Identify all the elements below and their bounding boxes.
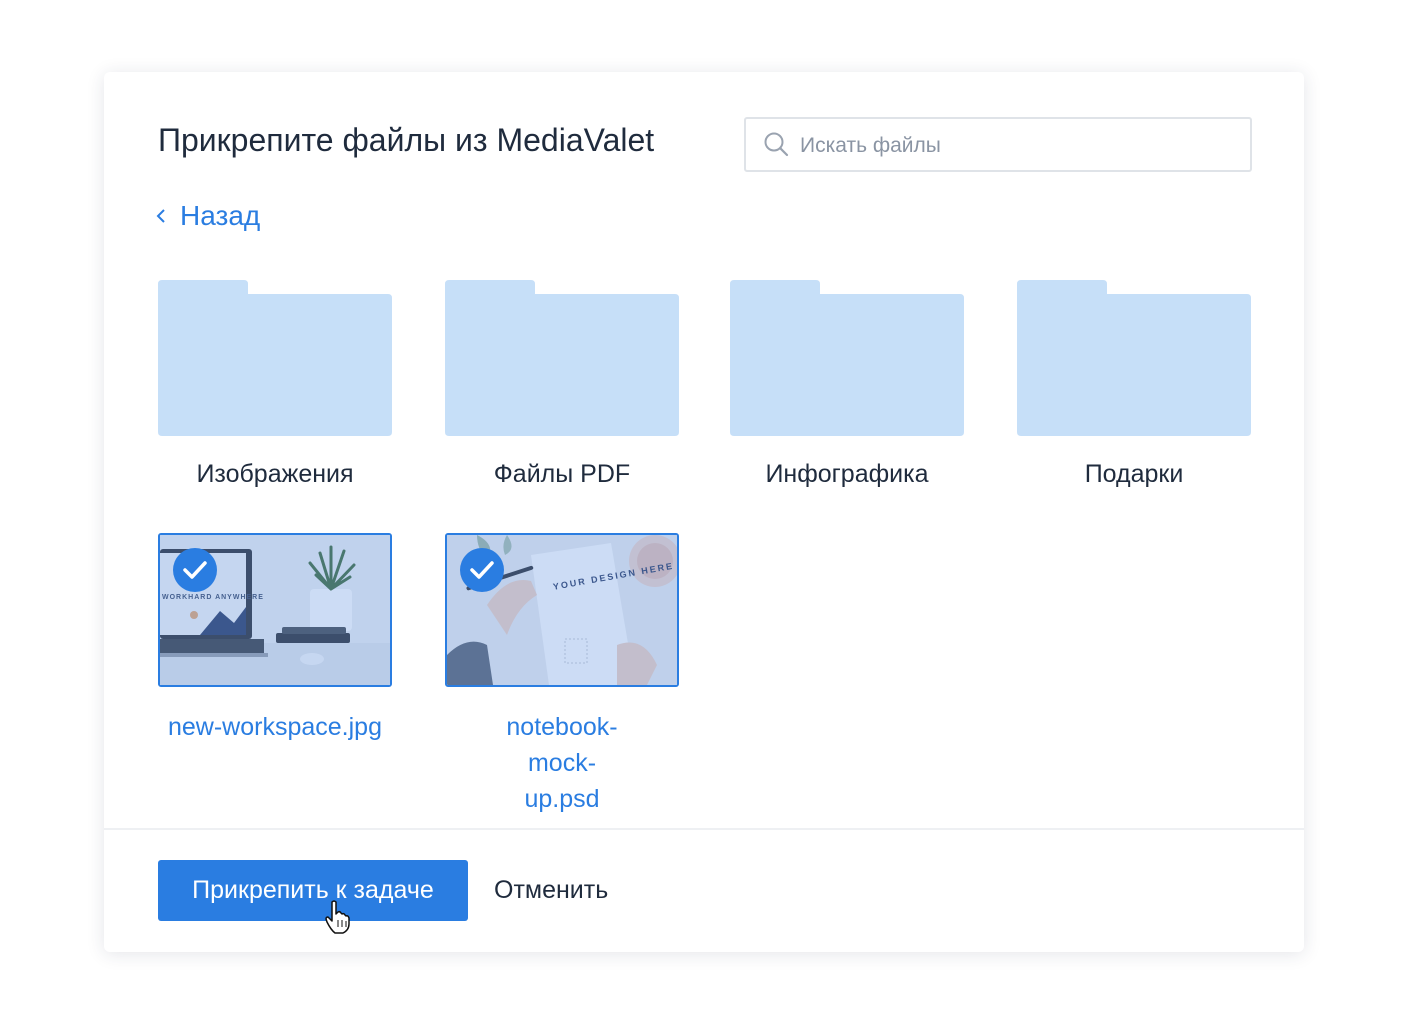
footer-divider — [104, 828, 1304, 830]
dialog-title: Прикрепите файлы из MediaValet — [158, 122, 655, 158]
folder-icon — [730, 280, 964, 436]
search-icon — [764, 132, 789, 157]
back-label: Назад — [180, 200, 261, 231]
file-name: notebook-mock-up.psd — [506, 713, 618, 813]
hand-cursor-icon — [325, 900, 350, 934]
attach-to-task-button[interactable]: Прикрепить к задаче — [158, 860, 468, 921]
back-link[interactable]: Назад — [154, 198, 260, 234]
file-thumbnail[interactable]: WORKHARD ANYWHERE — [158, 533, 392, 687]
file-item-notebook-mockup[interactable]: YOUR DESIGN HERE notebook-mock-up.psd — [445, 533, 679, 817]
folder-label: Изображения — [196, 460, 354, 488]
folder-item-pdf[interactable]: Файлы PDF — [445, 280, 679, 489]
folder-icon — [1017, 280, 1251, 436]
folder-label: Файлы PDF — [493, 460, 631, 488]
attach-files-dialog: Прикрепите файлы из MediaValet Назад Изо… — [104, 72, 1304, 952]
file-item-new-workspace[interactable]: WORKHARD ANYWHERE new-workspace.jpg — [158, 533, 392, 745]
folder-label: Инфографика — [765, 460, 929, 488]
folder-item-infographics[interactable]: Инфографика — [730, 280, 964, 489]
search-box[interactable] — [744, 117, 1252, 172]
file-thumbnail[interactable]: YOUR DESIGN HERE — [445, 533, 679, 687]
checkmark-icon[interactable] — [173, 548, 217, 592]
cancel-button[interactable]: Отменить — [494, 860, 608, 921]
checkmark-icon[interactable] — [460, 548, 504, 592]
search-input[interactable] — [798, 119, 1242, 172]
folder-icon — [445, 280, 679, 436]
file-name: new-workspace.jpg — [168, 713, 382, 741]
chevron-left-icon — [156, 209, 165, 223]
folder-item-gifts[interactable]: Подарки — [1017, 280, 1251, 489]
folder-icon — [158, 280, 392, 436]
folder-item-images[interactable]: Изображения — [158, 280, 392, 489]
folder-label: Подарки — [1084, 460, 1184, 488]
